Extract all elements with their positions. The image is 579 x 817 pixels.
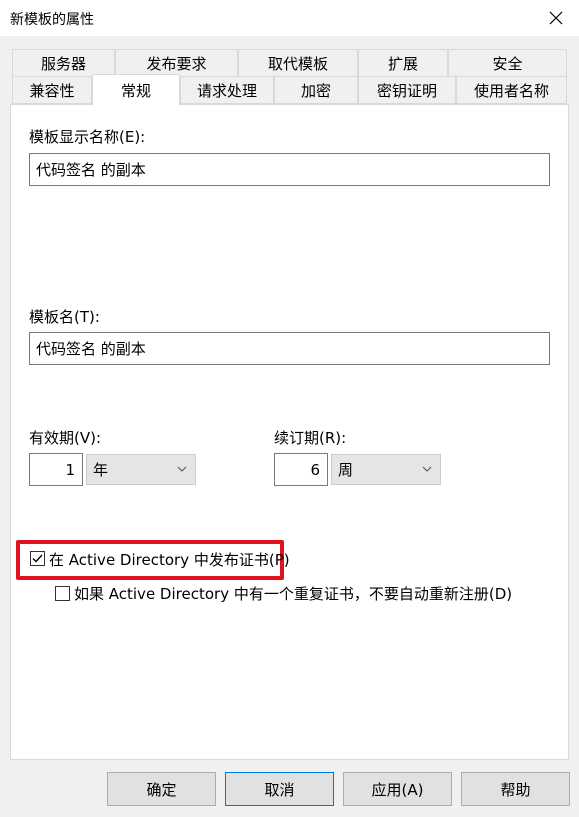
tab-subject-name[interactable]: 使用者名称 [456,76,567,104]
tab-extensions[interactable]: 扩展 [358,49,448,77]
renewal-period-input[interactable]: 6 [274,453,328,486]
publish-in-ad-label: 在 Active Directory 中发布证书(P) [49,551,290,569]
close-icon [549,11,563,25]
help-button[interactable]: 帮助 [461,772,570,806]
close-button[interactable] [533,0,579,36]
validity-period-input[interactable]: 1 [29,453,83,486]
no-reenroll-label: 如果 Active Directory 中有一个重复证书，不要自动重新注册(D) [74,585,513,603]
renewal-unit-value: 周 [338,461,354,479]
title-bar: 新模板的属性 [0,0,579,36]
window-title: 新模板的属性 [10,12,94,28]
cancel-button[interactable]: 取消 [225,772,334,806]
tab-cryptography[interactable]: 加密 [274,76,358,104]
tab-request-handling[interactable]: 请求处理 [180,76,274,104]
chevron-down-icon [422,466,432,472]
renewal-unit-select[interactable]: 周 [331,454,441,485]
validity-unit-value: 年 [93,461,109,479]
apply-button[interactable]: 应用(A) [343,772,452,806]
ok-button[interactable]: 确定 [107,772,216,806]
chevron-down-icon [177,466,187,472]
tab-issuance-requirements[interactable]: 发布要求 [115,49,238,77]
template-name-label: 模板名(T): [29,308,100,326]
tab-server[interactable]: 服务器 [12,49,115,77]
validity-period-label: 有效期(V): [29,429,102,447]
display-name-input[interactable]: 代码签名 的副本 [29,153,550,186]
display-name-label: 模板显示名称(E): [29,128,146,146]
validity-unit-select[interactable]: 年 [86,454,196,485]
renewal-period-label: 续订期(R): [274,429,347,447]
tab-security[interactable]: 安全 [448,49,567,77]
template-name-input[interactable]: 代码签名 的副本 [29,332,550,365]
tab-key-attestation[interactable]: 密钥证明 [358,76,456,104]
tab-superseded-templates[interactable]: 取代模板 [238,49,358,77]
tab-compatibility[interactable]: 兼容性 [12,76,92,104]
no-reenroll-checkbox[interactable] [55,586,70,601]
tab-general[interactable]: 常规 [92,74,180,105]
